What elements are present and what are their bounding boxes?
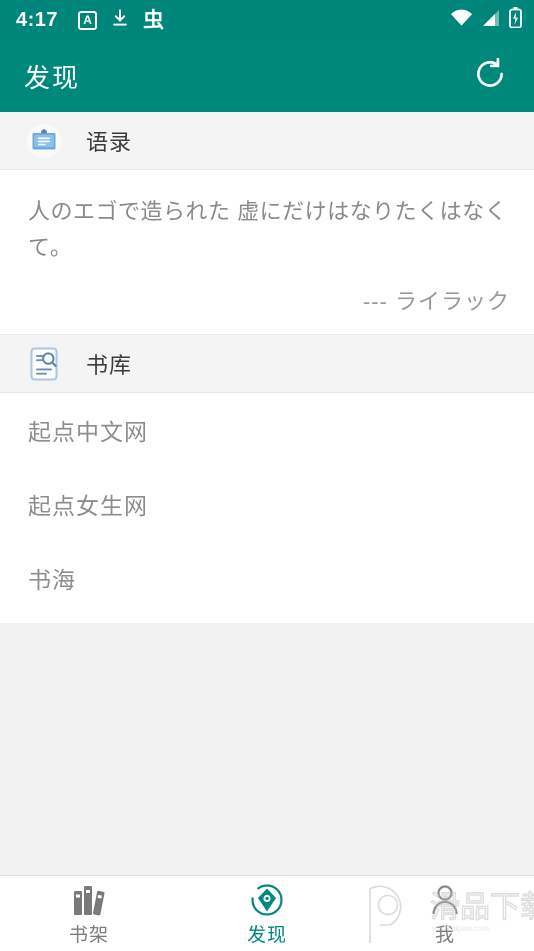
books-icon (71, 881, 107, 917)
status-bar: 4:17 A 虫 (0, 0, 534, 40)
refresh-icon (473, 57, 507, 96)
quote-text: 人のエゴで造られた 虚にだけはなりたくはなくて。 (28, 199, 508, 260)
nav-item-bookshelf[interactable]: 书架 (0, 876, 178, 951)
wifi-icon (450, 9, 473, 32)
section-title-library: 书库 (86, 352, 133, 378)
quote-author: --- ライラック (362, 289, 510, 314)
compass-icon (250, 881, 284, 917)
library-item-label: 起点中文网 (28, 419, 148, 445)
status-bar-system-icons (450, 7, 522, 33)
document-search-icon (24, 344, 64, 384)
clipboard-note-icon (24, 121, 64, 161)
nav-label-bookshelf: 书架 (68, 924, 109, 946)
nav-label-discover: 发现 (246, 924, 287, 946)
section-title-quotes: 语录 (86, 129, 133, 155)
nav-item-me[interactable]: 我 (356, 876, 534, 951)
status-bar-notification-icons: A 虫 (78, 8, 164, 33)
page-title: 发现 (24, 62, 81, 93)
library-list: 起点中文网 起点女生网 书海 (0, 393, 534, 623)
app-badge-a-icon: A (78, 10, 98, 30)
nav-label-me: 我 (434, 924, 455, 946)
app-bar: 发现 (0, 40, 534, 112)
section-header-library: 书库 (0, 335, 534, 393)
library-item-label: 起点女生网 (28, 493, 148, 519)
status-bar-clock: 4:17 (16, 8, 59, 31)
app-screen: 4:17 A 虫 发现 语录 人のエゴで造られた 虚にだけはなりたくはなくて。 … (0, 0, 534, 951)
refresh-button[interactable] (468, 54, 512, 98)
nav-item-discover[interactable]: 发现 (178, 876, 356, 951)
library-item-label: 书海 (28, 567, 76, 593)
person-icon (428, 881, 462, 917)
quote-card[interactable]: 人のエゴで造られた 虚にだけはなりたくはなくて。 --- ライラック (0, 170, 534, 335)
app-badge-chong-icon: 虫 (143, 8, 165, 32)
bottom-navigation: 书架 发现 我 (0, 875, 534, 951)
list-item[interactable]: 起点女生网 (0, 467, 534, 541)
download-icon (110, 8, 130, 33)
section-header-quotes: 语录 (0, 112, 534, 170)
list-item[interactable]: 书海 (0, 541, 534, 615)
cellular-signal-icon (481, 9, 501, 32)
battery-charging-icon (509, 7, 522, 33)
list-item[interactable]: 起点中文网 (0, 393, 534, 467)
main-content: 语录 人のエゴで造られた 虚にだけはなりたくはなくて。 --- ライラック 书库 (0, 112, 534, 623)
